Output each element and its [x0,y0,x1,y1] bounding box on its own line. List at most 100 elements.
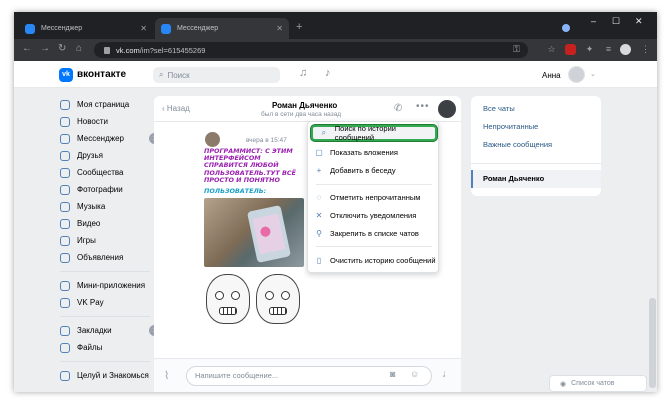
back-button[interactable]: ‹ Назад [162,104,190,113]
minimize-button[interactable]: – [591,16,596,26]
phone-icon[interactable]: ✆ [394,103,402,114]
menu-item-friends[interactable]: Друзья [60,147,160,164]
apps-icon [60,280,70,291]
home-icon[interactable]: ⌂ [76,43,82,54]
menu-item-game-app[interactable]: Целуй и Знакомься [60,367,160,384]
pay-icon [60,297,70,308]
user-avatar[interactable] [568,66,585,83]
menu-item-label: Отключить уведомления [330,210,417,220]
chat-filters-panel: Все чаты Непрочитанные Важные сообщения … [471,96,601,196]
close-window-button[interactable]: ✕ [635,16,643,27]
menu-item-photos[interactable]: Фотографии [60,181,160,198]
menu-item-news[interactable]: Новости [60,113,160,130]
menu-search-history[interactable]: ⌕ Поиск по истории сообщений [311,124,437,142]
menu-mute-notifications[interactable]: ✕ Отключить уведомления [308,207,440,223]
peer-status: был в сети два часа назад [261,111,342,118]
url-bar[interactable]: vk.com /im?sel=615455269 [94,42,528,58]
video-icon [60,218,70,229]
microphone-icon[interactable]: ♩ [442,368,453,380]
menu-clear-history[interactable]: ▯ Очистить историю сообщений [308,252,440,268]
paperclip-icon[interactable]: ⌇ [164,369,169,382]
new-tab-button[interactable]: + [296,21,302,33]
maximize-button[interactable]: ☐ [612,16,620,27]
star-icon[interactable]: ☆ [546,44,557,55]
menu-mark-unread[interactable]: ◌ Отметить непрочитанным [308,189,440,205]
menu-label: Друзья [77,151,103,160]
camera-icon[interactable]: ◙ [390,369,395,379]
menu-item-label: Закрепить в списке чатов [330,228,419,238]
profile-avatar-icon[interactable] [620,44,631,55]
reload-icon[interactable]: ↻ [58,43,66,54]
page-scrollbar[interactable] [649,298,656,388]
menu-item-ads[interactable]: Объявления [60,249,160,266]
menu-item-bookmarks[interactable]: Закладки1 [60,322,160,339]
menu-item-communities[interactable]: Сообщества [60,164,160,181]
tab-close-icon[interactable]: ✕ [140,24,147,33]
menu-label: Музыка [77,202,106,211]
menu-item-music[interactable]: Музыка [60,198,160,215]
meme-image[interactable]: ПРОГРАММИСТ: С ЭТИМ ИНТЕРФЕЙСОМ СПРАВИТС… [204,147,306,331]
menu-label: Мини-приложения [77,281,146,290]
vk-logo-icon[interactable]: vk [59,68,73,82]
menu-item-label: Добавить в беседу [330,165,396,175]
camera-icon [60,184,70,195]
meme-caption-user: ПОЛЬЗОВАТЕЛЬ: [204,187,267,196]
menu-divider [60,361,150,362]
menu-label: Закладки [77,326,112,335]
chat-actions-menu: ⌕ Поиск по истории сообщений ▢ Показать вл… [307,121,439,273]
chat-list-button[interactable]: ◉ Список чатов [549,375,647,392]
lock-icon [104,46,110,54]
tab-close-icon[interactable]: ✕ [276,24,283,33]
megaphone-icon [60,252,70,263]
forward-arrow-icon[interactable]: → [40,43,50,54]
peer-avatar[interactable] [438,100,456,118]
menu-item-label: Показать вложения [330,147,398,157]
back-arrow-icon[interactable]: ← [22,43,32,54]
menu-label: VK Pay [77,298,104,307]
filter-important[interactable]: Важные сообщения [483,140,552,149]
file-icon [60,342,70,353]
menu-label: Фотографии [77,185,123,194]
menu-item-vk-pay[interactable]: VK Pay [60,294,160,311]
key-icon[interactable]: ⚿ [511,44,522,55]
menu-item-my-page[interactable]: Моя страница [60,96,160,113]
chrome-menu-icon[interactable]: ⋮ [640,44,651,55]
back-label: Назад [166,104,190,113]
bell-icon[interactable]: ♫ [299,67,307,79]
tab-search-icon[interactable] [562,24,570,32]
tab-messenger-2[interactable]: Мессенджер ✕ [155,18,289,39]
menu-add-to-conversation[interactable]: + Добавить в беседу [308,162,440,178]
sender-avatar[interactable] [205,132,220,147]
menu-item-files[interactable]: Файлы [60,339,160,356]
active-chat-item[interactable]: Роман Дьяченко [471,170,601,188]
music-icon[interactable]: ♪ [325,67,331,79]
tab-messenger-1[interactable]: Мессенджер ✕ [19,18,153,39]
filter-unread[interactable]: Непрочитанные [483,122,538,131]
peer-name[interactable]: Роман Дьяченко [272,101,337,110]
filter-all-chats[interactable]: Все чаты [483,104,515,113]
extension-icon[interactable] [565,44,576,55]
menu-item-mini-apps[interactable]: Мини-приложения [60,277,160,294]
vk-brand[interactable]: вконтакте [77,69,126,80]
more-icon[interactable]: ••• [416,101,430,112]
app-icon [60,370,70,381]
menu-divider [60,316,150,317]
menu-pin-chat[interactable]: ⚲ Закрепить в списке чатов [308,225,440,241]
search-placeholder: Поиск [167,70,190,80]
media-icon[interactable]: ≡ [603,44,614,55]
menu-label: Файлы [77,343,103,352]
chat-list-label: Список чатов [571,380,615,387]
puzzle-icon[interactable]: ✦ [584,44,595,55]
menu-item-video[interactable]: Видео [60,215,160,232]
menu-label: Новости [77,117,108,126]
menu-label: Игры [77,236,96,245]
chevron-down-icon[interactable]: ⌄ [590,70,596,78]
emoji-icon[interactable]: ☺ [410,369,419,379]
menu-item-games[interactable]: Игры [60,232,160,249]
search-input[interactable]: ⌕ Поиск [153,67,280,83]
menu-show-attachments[interactable]: ▢ Показать вложения [308,144,440,160]
menu-item-messenger[interactable]: Мессенджер1 [60,130,160,147]
user-name[interactable]: Анна [542,71,561,80]
menu-label: Целуй и Знакомься [77,371,149,380]
tab-title: Мессенджер [177,25,219,32]
